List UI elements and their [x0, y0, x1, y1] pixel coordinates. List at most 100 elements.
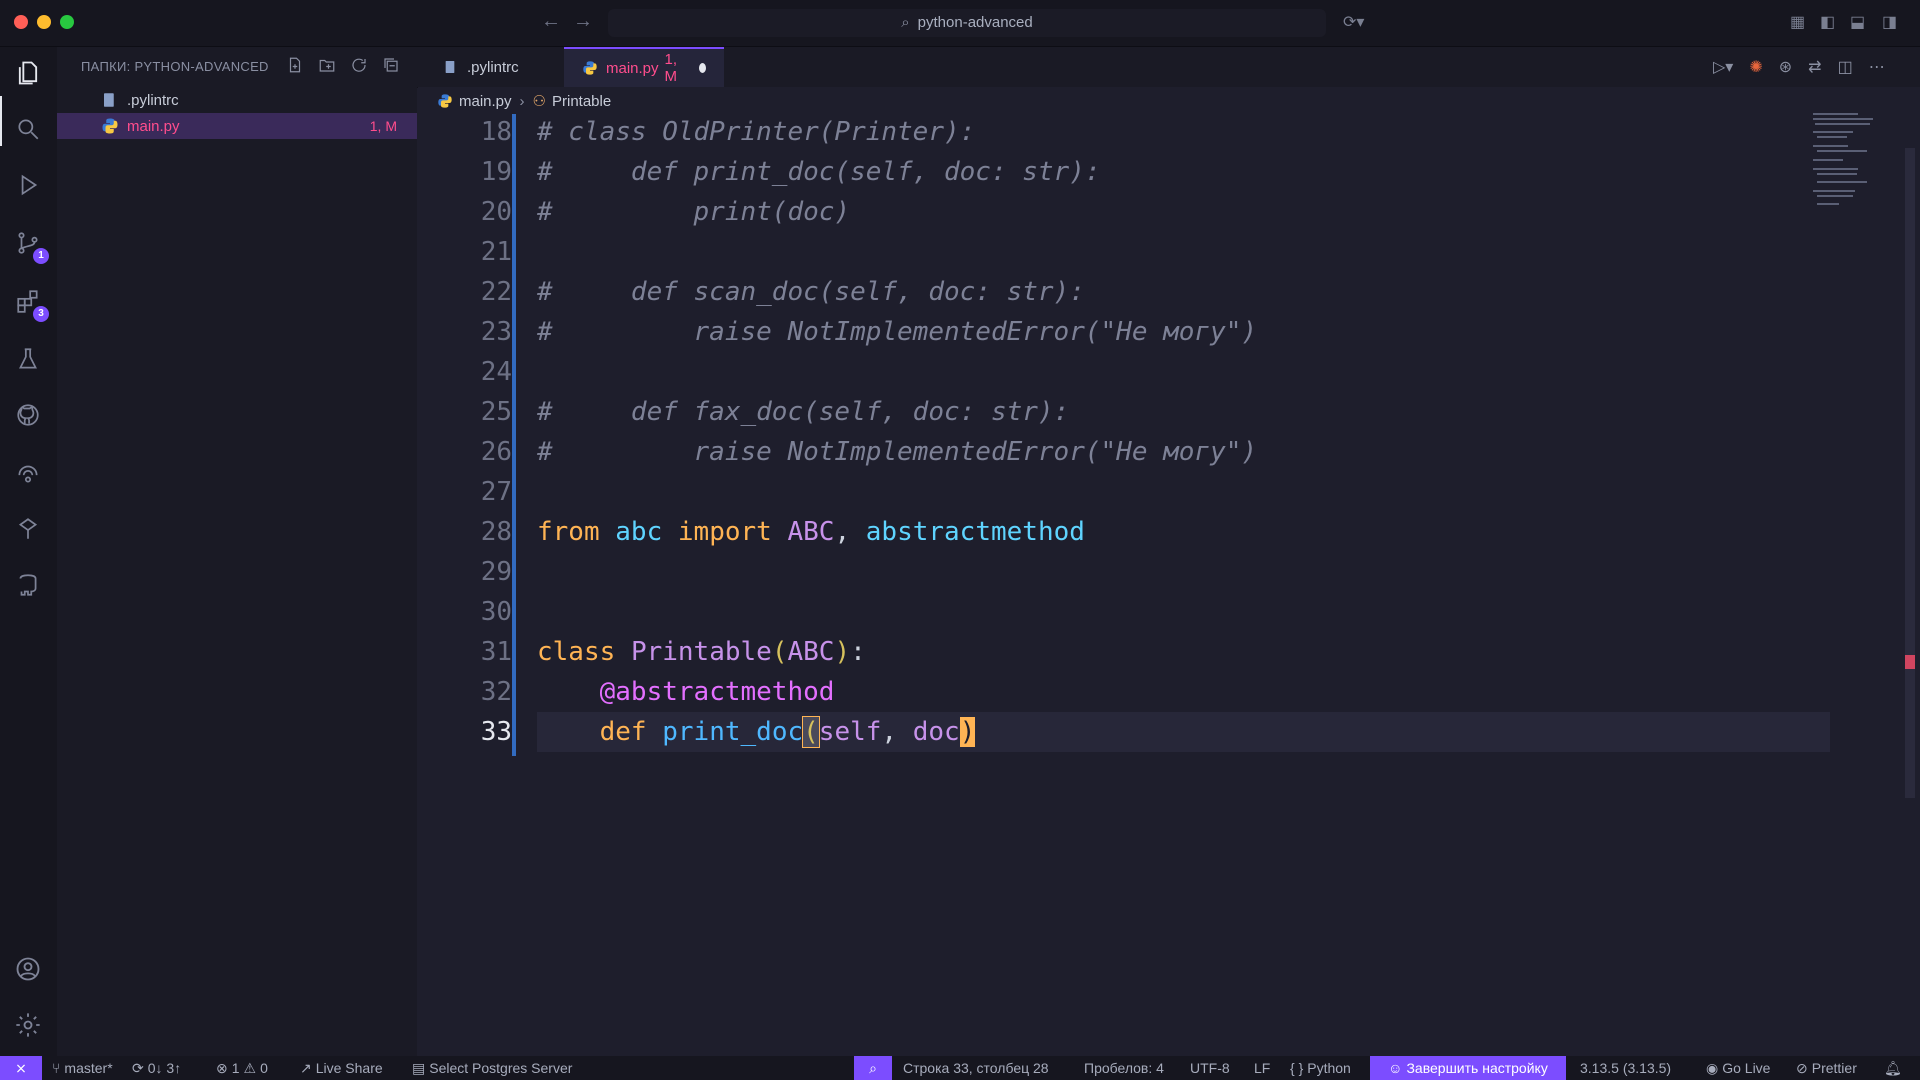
toggle-secondary-sidebar-icon[interactable]: ◨: [1882, 12, 1897, 32]
tab-main-py[interactable]: main.py 1, M: [564, 47, 724, 87]
file-name: main.py: [127, 117, 180, 135]
code-line: class Printable(ABC):: [537, 632, 866, 672]
line-number: 20: [480, 197, 512, 227]
language-mode[interactable]: { } Python: [1290, 1056, 1351, 1080]
breadcrumb-symbol[interactable]: Printable: [552, 93, 611, 110]
tab-label: .pylintrc: [467, 58, 519, 76]
minimap[interactable]: [1813, 113, 1893, 213]
python-file-icon: [437, 93, 453, 109]
search-icon[interactable]: [12, 113, 44, 145]
forward-arrow-icon[interactable]: →: [573, 10, 593, 33]
code-line: @abstractmethod: [537, 672, 835, 712]
activity-bar: 1 3: [0, 47, 57, 1056]
line-number-gutter: 18 19 20 21 22 23 24 25 26 27 28 29 30 3…: [417, 114, 512, 1056]
class-name: ABC: [787, 517, 835, 547]
remote-explorer-icon[interactable]: [12, 457, 44, 489]
postgres-label: Select Postgres Server: [429, 1060, 573, 1076]
database-icon: ▤: [412, 1060, 426, 1076]
run-debug-icon[interactable]: [12, 169, 44, 201]
copilot-icon: ☺: [1388, 1060, 1403, 1076]
finish-setup-button[interactable]: ☺ Завершить настройку: [1370, 1056, 1566, 1080]
minimize-window-button[interactable]: [37, 15, 51, 29]
tab-label: main.py: [606, 59, 659, 77]
sync-indicator[interactable]: ⟳ 0↓ 3↑: [132, 1056, 181, 1080]
database-elephant-icon[interactable]: [12, 569, 44, 601]
problems-indicator[interactable]: ⊗ 1 ⚠ 0: [216, 1056, 268, 1080]
parameter: self: [818, 717, 882, 747]
command-center-search[interactable]: ⌕ python-advanced: [608, 9, 1326, 37]
file-item-pylintrc[interactable]: .pylintrc: [57, 87, 417, 113]
unsaved-dot-icon[interactable]: [698, 63, 706, 73]
end-of-line[interactable]: LF: [1254, 1056, 1270, 1080]
line-number: 24: [480, 357, 512, 387]
class-name: Printable: [630, 637, 772, 667]
new-file-icon[interactable]: [285, 55, 305, 75]
active-indicator: [0, 96, 2, 146]
claude-icon[interactable]: ✺: [1749, 57, 1762, 77]
github-icon[interactable]: [12, 399, 44, 431]
class-symbol-icon: ⚇: [532, 93, 546, 110]
settings-gear-icon[interactable]: [12, 1009, 44, 1041]
new-folder-icon[interactable]: [317, 55, 337, 75]
line-number: 30: [480, 597, 512, 627]
copilot-icon[interactable]: ⟳▾: [1343, 12, 1364, 32]
file-item-main-py[interactable]: main.py 1, M: [57, 113, 417, 139]
line-number: 19: [480, 157, 512, 187]
vertical-scrollbar[interactable]: [1905, 148, 1915, 798]
keyword: class: [537, 637, 616, 667]
base-class: ABC: [787, 637, 835, 667]
bracket: ): [834, 637, 851, 667]
line-number: 25: [480, 397, 512, 427]
code-line: # raise NotImplementedError("Не могу"): [537, 317, 1258, 347]
encoding[interactable]: UTF-8: [1190, 1056, 1230, 1080]
code-editor[interactable]: 18 19 20 21 22 23 24 25 26 27 28 29 30 3…: [417, 113, 1920, 1056]
explorer-icon[interactable]: [12, 57, 44, 89]
openai-icon[interactable]: ⊛: [1779, 57, 1792, 77]
refresh-icon[interactable]: [349, 55, 369, 75]
toggle-sidebar-icon[interactable]: ◧: [1820, 12, 1835, 32]
line-number: 31: [480, 637, 512, 667]
zoom-search-icon[interactable]: ⌕: [854, 1056, 892, 1080]
notifications-bell-icon[interactable]: 🔔︎: [1884, 1056, 1902, 1080]
postgres-server-button[interactable]: ▤ Select Postgres Server: [412, 1056, 572, 1080]
back-arrow-icon[interactable]: ←: [541, 10, 561, 33]
python-file-icon: [582, 60, 598, 76]
config-file-icon: [443, 59, 459, 75]
source-control-icon[interactable]: 1: [12, 227, 49, 264]
breadcrumb: main.py › ⚇ Printable: [417, 88, 1920, 114]
breadcrumb-file[interactable]: main.py: [459, 93, 512, 110]
python-interpreter[interactable]: 3.13.5 (3.13.5): [1580, 1056, 1671, 1080]
account-icon[interactable]: [12, 953, 44, 985]
keyword: def: [599, 717, 647, 747]
customize-layout-icon[interactable]: ▦: [1790, 12, 1805, 32]
config-file-icon: [101, 91, 119, 109]
prettier-button[interactable]: ⊘ Prettier: [1796, 1056, 1857, 1080]
compare-changes-icon[interactable]: ⇄: [1808, 57, 1821, 77]
more-actions-icon[interactable]: ⋯: [1869, 57, 1885, 77]
split-editor-icon[interactable]: ◫: [1838, 57, 1853, 77]
explorer-actions: [285, 55, 401, 75]
indentation[interactable]: Пробелов: 4: [1084, 1056, 1164, 1080]
close-window-button[interactable]: [14, 15, 28, 29]
live-share-button[interactable]: ↗ Live Share: [300, 1056, 383, 1080]
line-number: 21: [480, 237, 512, 267]
cursor-position[interactable]: Строка 33, столбец 28: [903, 1056, 1049, 1080]
warning-count: 0: [260, 1060, 268, 1076]
maximize-window-button[interactable]: [60, 15, 74, 29]
git-branch-icon: ⑂: [52, 1060, 61, 1076]
go-live-button[interactable]: ◉ Go Live: [1706, 1056, 1770, 1080]
broadcast-icon: ◉: [1706, 1060, 1719, 1076]
bracket: (: [771, 637, 788, 667]
extensions-icon[interactable]: 3: [12, 285, 49, 322]
run-python-icon[interactable]: ▷▾: [1713, 57, 1733, 77]
live-share-icon[interactable]: [12, 513, 44, 545]
collapse-all-icon[interactable]: [381, 55, 401, 75]
file-name: .pylintrc: [127, 91, 179, 109]
branch-indicator[interactable]: ⑂ master*: [52, 1056, 113, 1080]
tab-pylintrc[interactable]: .pylintrc: [425, 47, 571, 87]
text-cursor: ): [959, 717, 976, 747]
toggle-panel-icon[interactable]: ⬓: [1850, 12, 1865, 32]
testing-flask-icon[interactable]: [12, 343, 44, 375]
remote-indicator-icon[interactable]: ⨯: [0, 1056, 42, 1080]
line-number: 18: [480, 117, 512, 147]
